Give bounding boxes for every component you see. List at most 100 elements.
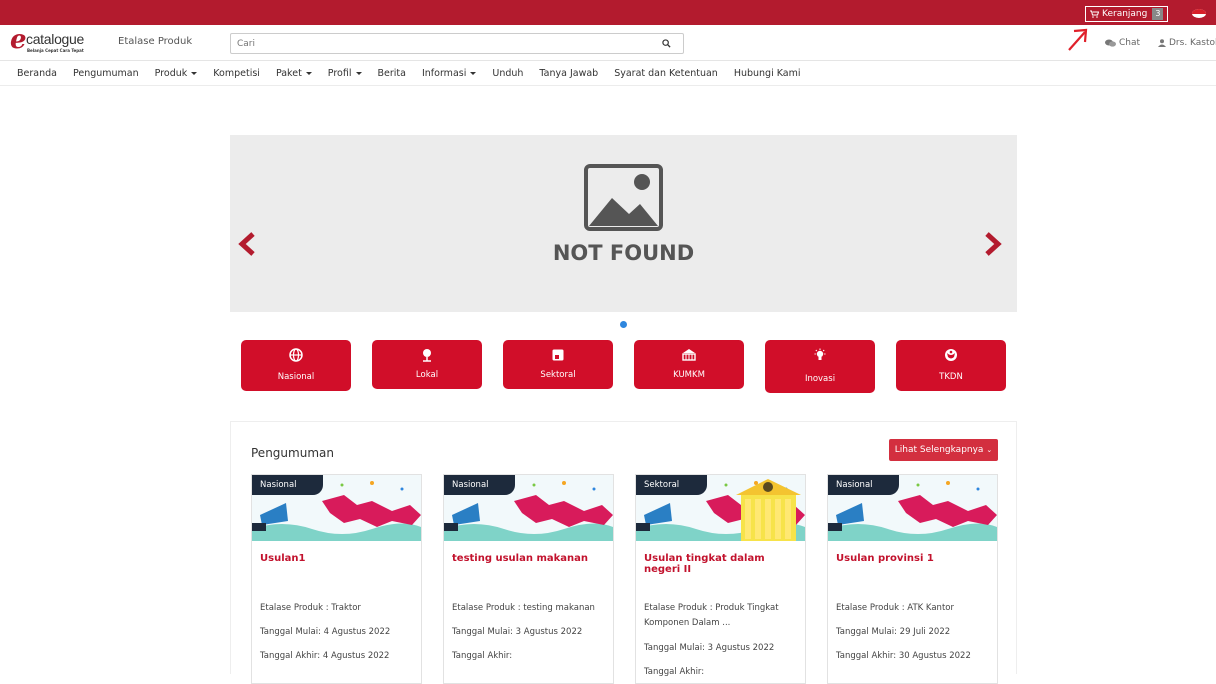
- etalase-produk-text: Etalase Produk : testing makanan: [452, 603, 595, 613]
- announcement-card-title[interactable]: testing usulan makanan: [452, 553, 612, 564]
- caret-down-icon: [191, 71, 198, 75]
- announcement-card-title[interactable]: Usulan tingkat dalam negeri II: [644, 553, 804, 575]
- image-not-found-text: NOT FOUND: [552, 241, 695, 265]
- carousel-indicator[interactable]: [620, 321, 627, 328]
- etalase-produk-text: Etalase Produk : ATK Kantor: [836, 603, 954, 613]
- announcement-card[interactable]: Nasional testing usulan makanan Etalase Pr…: [443, 474, 614, 684]
- logo-word: catalogue: [26, 31, 85, 47]
- etalase-produk-text: Etalase Produk : Traktor: [260, 603, 361, 613]
- see-more-label: Lihat Selengkapnya: [894, 445, 984, 455]
- chat-link[interactable]: Chat: [1105, 38, 1140, 48]
- see-more-button[interactable]: Lihat Selengkapnya ⌄: [889, 439, 998, 461]
- user-menu[interactable]: Drs. Kastol: [1158, 38, 1216, 48]
- nav-item-label: Beranda: [17, 67, 57, 79]
- tanggal-mulai-text: Tanggal Mulai: 4 Agustus 2022: [260, 627, 391, 637]
- nav-item-produk[interactable]: Produk: [155, 68, 198, 79]
- category-label: Lokal: [415, 370, 439, 380]
- tanggal-mulai-text: Tanggal Mulai: 29 Juli 2022: [836, 627, 951, 637]
- user-icon: [1158, 39, 1166, 47]
- announcement-card-title[interactable]: Usulan provinsi 1: [836, 553, 996, 564]
- nav-item-beranda[interactable]: Beranda: [17, 68, 57, 79]
- announcement-panel: Pengumuman Lihat Selengkapnya ⌄ Nasional…: [230, 421, 1017, 684]
- square-icon: [552, 349, 564, 361]
- chevron-down-icon: ⌄: [986, 446, 993, 454]
- caret-down-icon: [305, 71, 312, 75]
- user-name: Drs. Kastol: [1169, 38, 1216, 48]
- lightbulb-icon: [814, 348, 826, 360]
- cart-label: Keranjang: [1102, 9, 1148, 19]
- category-label: KUMKM: [673, 370, 705, 380]
- image-not-found-icon: [584, 164, 663, 231]
- basket-icon: [682, 349, 696, 361]
- nav-item-profil[interactable]: Profil: [328, 68, 362, 79]
- carousel-prev-icon[interactable]: [236, 231, 258, 257]
- map-pin-icon: [423, 349, 431, 362]
- nav-item-unduh[interactable]: Unduh: [492, 68, 523, 79]
- category-kumkm-button[interactable]: KUMKM: [634, 340, 744, 389]
- category-tag: Nasional: [444, 475, 515, 495]
- etalase-produk-link[interactable]: Etalase Produk: [118, 36, 192, 47]
- garuda-icon: [945, 349, 957, 361]
- nav-item-label: Tanya Jawab: [539, 67, 599, 79]
- caret-down-icon: [355, 71, 362, 75]
- nav-item-tanya-jawab[interactable]: Tanya Jawab: [539, 68, 598, 79]
- tanggal-akhir-text: Tanggal Akhir:: [452, 651, 513, 661]
- nav-item-label: Unduh: [492, 67, 524, 79]
- annotation-arrow-icon: [1068, 28, 1088, 51]
- search-icon[interactable]: [662, 39, 671, 48]
- tanggal-akhir-text: Tanggal Akhir:: [644, 667, 705, 677]
- chat-label: Chat: [1119, 38, 1141, 48]
- nav-item-label: Pengumuman: [72, 67, 139, 79]
- logo-tagline: Belanja Cepat Cara Tepat: [27, 48, 84, 53]
- category-tag: Sektoral: [636, 475, 707, 495]
- tanggal-mulai-text: Tanggal Mulai: 3 Agustus 2022: [452, 627, 583, 637]
- language-flag-icon[interactable]: [1192, 9, 1206, 18]
- nav-item-label: Informasi: [421, 67, 467, 79]
- category-sektoral-button[interactable]: Sektoral: [503, 340, 613, 389]
- nav-item-label: Hubungi Kami: [733, 67, 801, 79]
- tanggal-akhir-text: Tanggal Akhir: 30 Agustus 2022: [836, 651, 971, 661]
- nav-item-kompetisi[interactable]: Kompetisi: [213, 68, 260, 79]
- chat-icon: [1105, 39, 1116, 47]
- etalase-produk-text: Etalase Produk : Produk Tingkat Komponen…: [644, 603, 779, 628]
- cart-count-badge: 3: [1152, 8, 1164, 20]
- main-navigation: Beranda Pengumuman Produk Kompetisi Paket Pro…: [0, 61, 1216, 86]
- cart-button[interactable]: Keranjang 3: [1085, 6, 1169, 22]
- nav-item-informasi[interactable]: Informasi: [421, 67, 477, 79]
- category-label: Nasional: [277, 372, 315, 382]
- nav-item-label: Produk: [154, 67, 188, 79]
- category-label: Sektoral: [540, 370, 576, 380]
- nav-item-label: Syarat dan Ketentuan: [614, 67, 718, 79]
- search-box: [230, 33, 684, 54]
- top-bar: Keranjang 3: [0, 0, 1216, 25]
- category-label: TKDN: [939, 372, 963, 382]
- logo-e-mark: e: [10, 25, 27, 55]
- caret-down-icon: [470, 71, 477, 75]
- announcement-card-title[interactable]: Usulan1: [260, 553, 420, 564]
- category-inovasi-button[interactable]: Inovasi: [765, 340, 875, 393]
- nav-item-label: Kompetisi: [213, 67, 260, 79]
- nav-item-syarat-dan-ketentuan[interactable]: Syarat dan Ketentuan: [614, 68, 718, 79]
- nav-item-label: Paket: [275, 67, 302, 79]
- announcement-card[interactable]: Nasional Usulan1 Etalase Produk : Traktor T…: [251, 474, 422, 684]
- tanggal-akhir-text: Tanggal Akhir: 4 Agustus 2022: [260, 651, 390, 661]
- category-nasional-button[interactable]: Nasional: [241, 340, 351, 391]
- category-tag: Nasional: [252, 475, 323, 495]
- category-tag: Nasional: [828, 475, 899, 495]
- tanggal-mulai-text: Tanggal Mulai: 3 Agustus 2022: [644, 643, 775, 653]
- ecatalogue-logo[interactable]: e catalogue Belanja Cepat Cara Tepat: [10, 25, 100, 57]
- carousel-next-icon[interactable]: [982, 231, 1004, 257]
- header: e catalogue Belanja Cepat Cara Tepat Eta…: [0, 25, 1216, 61]
- nav-item-hubungi-kami[interactable]: Hubungi Kami: [734, 68, 801, 79]
- announcement-card[interactable]: Nasional Usulan provinsi 1 Etalase Produk …: [827, 474, 998, 684]
- nav-item-pengumuman[interactable]: Pengumuman: [73, 68, 139, 79]
- nav-item-paket[interactable]: Paket: [276, 68, 312, 79]
- search-input[interactable]: [237, 36, 637, 51]
- category-lokal-button[interactable]: Lokal: [372, 340, 482, 389]
- banner-carousel: NOT FOUND: [230, 135, 1017, 312]
- globe-icon: [289, 348, 303, 362]
- category-tkdn-button[interactable]: TKDN: [896, 340, 1006, 391]
- announcement-card[interactable]: Sektoral Usulan tingkat dalam negeri II Et…: [635, 474, 806, 684]
- announcement-title: Pengumuman: [251, 446, 334, 460]
- nav-item-berita[interactable]: Berita: [378, 68, 406, 79]
